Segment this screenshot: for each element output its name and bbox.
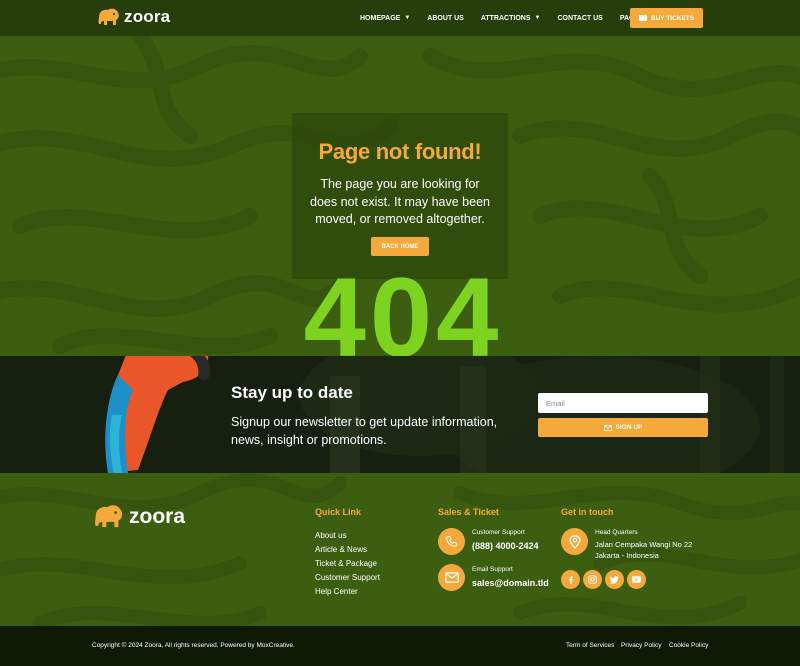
nav-contact-us-label: CONTACT US [557, 14, 603, 22]
quick-link-help-center[interactable]: Help Center [315, 585, 380, 599]
cookie-policy-link[interactable]: Cookie Policy [669, 642, 708, 649]
phone-icon [438, 528, 465, 555]
map-pin-icon [561, 528, 588, 555]
nav-homepage-label: HOMEPAGE [360, 14, 401, 22]
quick-link-ticket-package[interactable]: Ticket & Package [315, 557, 380, 571]
copyright-text: Copyright © 2024 Zoora, All rights reser… [92, 642, 295, 649]
support-phone[interactable]: (888) 4000-2424 [472, 541, 539, 551]
nav-homepage[interactable]: HOMEPAGE ▼ [360, 15, 410, 22]
site-footer: zoora Quick Link About us Article & News… [0, 473, 800, 626]
sales-ticket-title: Sales & Ticket [438, 507, 499, 517]
elephant-logo-icon [95, 505, 123, 528]
buy-tickets-button[interactable]: BUY TICKETS [630, 8, 703, 28]
newsletter-section: Stay up to date Signup our newsletter to… [0, 356, 800, 473]
email-input[interactable] [538, 393, 708, 413]
nav-about-us-label: ABOUT US [427, 14, 464, 22]
nav-attractions[interactable]: ATTRACTIONS ▼ [481, 15, 541, 22]
customer-support-label: Customer Support [472, 529, 525, 536]
footer-brand-name: zoora [129, 504, 186, 528]
chevron-down-icon: ▼ [404, 15, 411, 21]
brand-logo[interactable]: zoora [97, 7, 170, 27]
get-in-touch-title: Get in touch [561, 507, 614, 517]
back-home-button[interactable]: BACK HOME [371, 237, 429, 256]
nav-attractions-label: ATTRACTIONS [480, 14, 531, 22]
nav-contact-us[interactable]: CONTACT US [557, 15, 602, 22]
facebook-icon[interactable] [561, 570, 580, 589]
hero-404: Page not found! The page you are looking… [0, 36, 800, 356]
hq-address: Jalan Cempaka Wangi No 22 Jakarta - Indo… [595, 539, 692, 561]
quick-link-customer-support[interactable]: Customer Support [315, 571, 380, 585]
main-nav: HOMEPAGE ▼ ABOUT US ATTRACTIONS ▼ CONTAC… [360, 0, 671, 36]
sign-up-button[interactable]: SIGN UP [538, 418, 708, 437]
quick-link-list: About us Article & News Ticket & Package… [315, 529, 380, 599]
elephant-logo-icon [98, 8, 119, 25]
error-code: 404 [303, 262, 503, 356]
email-support-label: Email Support [472, 566, 513, 573]
brand-name: zoora [124, 7, 171, 26]
ticket-icon [638, 15, 647, 21]
quick-link-article-news[interactable]: Article & News [315, 543, 380, 557]
newsletter-title: Stay up to date [231, 383, 353, 402]
quick-link-title: Quick Link [315, 507, 362, 517]
page-title: Page not found! [318, 139, 482, 164]
bottom-bar: Copyright © 2024 Zoora, All rights reser… [0, 626, 800, 666]
head-quarters-label: Head Quarters [595, 529, 638, 536]
site-header: zoora HOMEPAGE ▼ ABOUT US ATTRACTIONS ▼ … [0, 0, 800, 36]
terms-of-service-link[interactable]: Term of Services [566, 642, 614, 649]
privacy-policy-link[interactable]: Privacy Policy [621, 642, 661, 649]
sign-up-label: SIGN UP [615, 424, 643, 431]
mail-icon [438, 564, 465, 591]
support-email[interactable]: sales@domain.tld [472, 578, 549, 588]
buy-tickets-label: BUY TICKETS [650, 14, 695, 22]
mail-icon [603, 424, 612, 431]
newsletter-text: Signup our newsletter to get update info… [231, 415, 498, 447]
nav-about-us[interactable]: ABOUT US [427, 15, 464, 22]
footer-logo[interactable]: zoora [93, 503, 185, 530]
chevron-down-icon: ▼ [534, 15, 541, 21]
instagram-icon[interactable] [583, 570, 602, 589]
quick-link-about-us[interactable]: About us [315, 529, 380, 543]
address-line-1: Jalan Cempaka Wangi No 22 [595, 540, 693, 549]
error-message: The page you are looking for does not ex… [310, 177, 490, 226]
youtube-icon[interactable] [627, 570, 646, 589]
address-line-2: Jakarta - Indonesia [595, 551, 659, 560]
parrot-image [105, 356, 211, 473]
twitter-icon[interactable] [605, 570, 624, 589]
